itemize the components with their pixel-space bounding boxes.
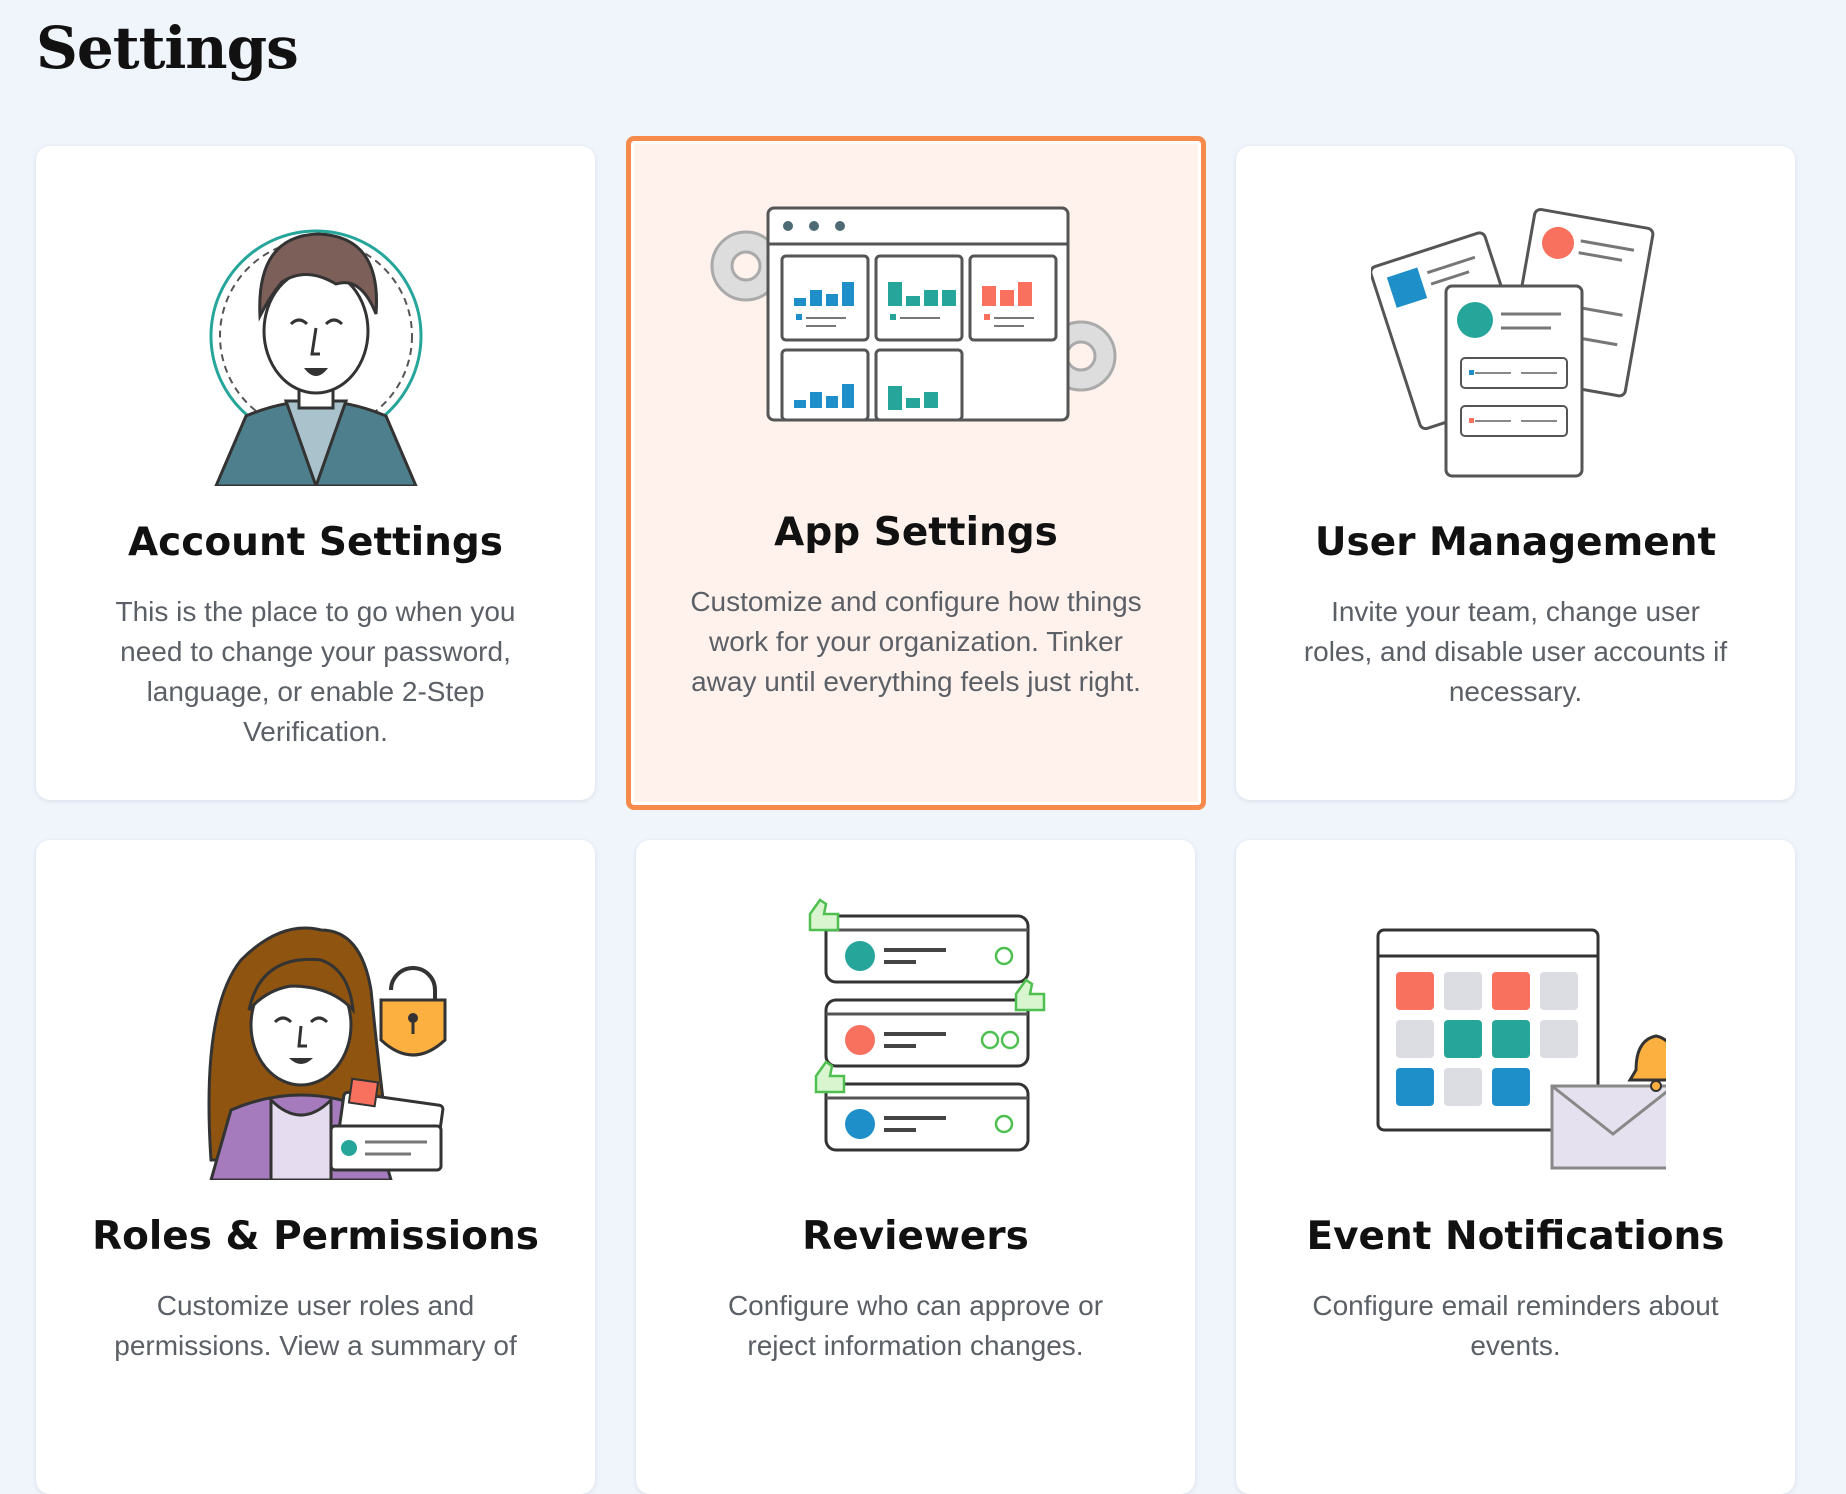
card-description: Customize and configure how things work … (690, 586, 1142, 697)
reviewer-list-icon (636, 890, 1195, 1190)
card-description: Configure email reminders about events. (1312, 1290, 1719, 1361)
card-title: Reviewers (802, 1214, 1029, 1259)
app-settings-card[interactable]: App Settings Customize and configure how… (626, 136, 1206, 810)
card-title: Account Settings (127, 520, 504, 565)
person-avatar-icon (36, 196, 595, 496)
card-title: Event Notifications (1306, 1214, 1725, 1259)
card-description: Configure who can approve or reject info… (727, 1290, 1104, 1361)
user-management-card[interactable]: User Management Invite your team, change… (1236, 146, 1795, 800)
event-notifications-card[interactable]: Event Notifications Configure email remi… (1236, 840, 1795, 1494)
reviewers-card[interactable]: Reviewers Configure who can approve or r… (636, 840, 1195, 1494)
app-dashboard-icon (631, 186, 1201, 486)
card-title: App Settings (774, 510, 1058, 555)
page-title: Settings (36, 14, 299, 82)
person-lock-icon (36, 890, 595, 1190)
card-description: Customize user roles and permissions. Vi… (114, 1290, 517, 1361)
calendar-bell-icon (1236, 890, 1795, 1190)
card-description: Invite your team, change user roles, and… (1303, 596, 1728, 707)
card-title: User Management (1314, 520, 1717, 565)
card-title: Roles & Permissions (92, 1214, 539, 1259)
account-settings-card[interactable]: Account Settings This is the place to go… (36, 146, 595, 800)
card-description: This is the place to go when you need to… (115, 596, 516, 747)
roles-permissions-card[interactable]: Roles & Permissions Customize user roles… (36, 840, 595, 1494)
user-cards-icon (1236, 196, 1795, 496)
